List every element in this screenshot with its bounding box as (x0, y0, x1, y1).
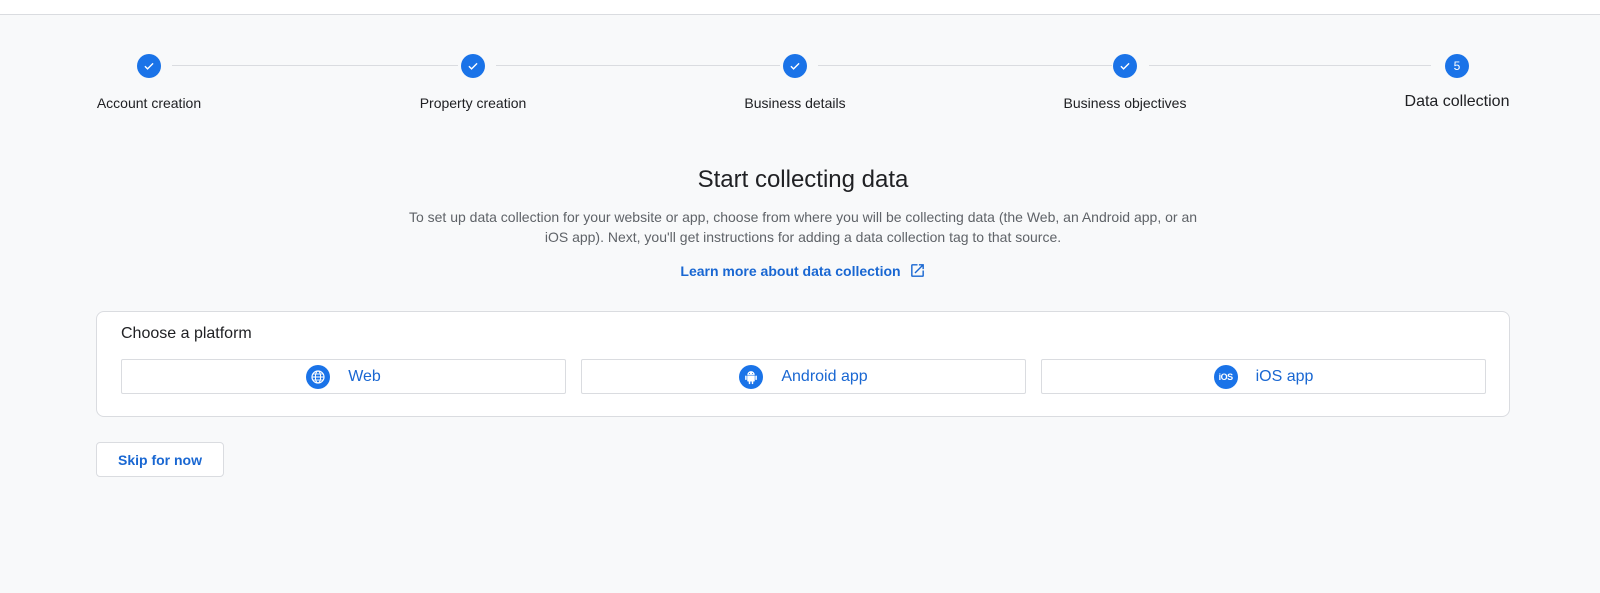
open-in-new-icon (910, 264, 924, 277)
check-icon (468, 62, 478, 70)
learn-more-label: Learn more about data collection (680, 262, 901, 279)
step-label: Data collection (1404, 93, 1510, 110)
page-description: To set up data collection for your websi… (408, 209, 1198, 245)
card-title: Choose a platform (121, 325, 252, 342)
step-label: Business objectives (1063, 95, 1187, 111)
step-complete-badge (461, 54, 485, 78)
globe-icon (306, 364, 331, 389)
step-complete-badge (137, 54, 161, 78)
learn-more-link[interactable]: Learn more about data collection (680, 262, 925, 279)
step-label: Account creation (96, 95, 202, 111)
step-business-objectives: Business objectives (1025, 54, 1225, 111)
check-icon (1120, 62, 1130, 70)
ios-icon-text: iOS (1218, 371, 1234, 382)
platform-card: Choose a platform Web Android app iOS iO… (96, 311, 1510, 417)
step-account-creation: Account creation (49, 54, 249, 111)
step-complete-badge (783, 54, 807, 78)
step-complete-badge (1113, 54, 1137, 78)
learn-more-container: Learn more about data collection (0, 262, 1600, 279)
android-icon (739, 364, 764, 389)
step-label: Business details (744, 95, 846, 111)
check-icon (144, 62, 154, 70)
skip-for-now-button[interactable]: Skip for now (96, 442, 224, 477)
ios-icon: iOS (1213, 364, 1238, 389)
step-number-badge: 5 (1445, 54, 1469, 78)
step-business-details: Business details (695, 54, 895, 111)
step-property-creation: Property creation (373, 54, 573, 111)
ios-platform-label: iOS app (1255, 367, 1314, 385)
step-label: Property creation (419, 95, 527, 111)
check-icon (790, 62, 800, 70)
web-platform-label: Web (348, 367, 381, 385)
progress-stepper: Account creation Property creation Busin… (0, 0, 1600, 130)
web-platform-button[interactable]: Web (121, 359, 566, 394)
step-data-collection: 5 Data collection (1357, 54, 1557, 111)
ios-platform-button[interactable]: iOS iOS app (1041, 359, 1486, 394)
android-platform-button[interactable]: Android app (581, 359, 1026, 394)
android-platform-label: Android app (781, 367, 868, 385)
page-title: Start collecting data (697, 166, 909, 193)
